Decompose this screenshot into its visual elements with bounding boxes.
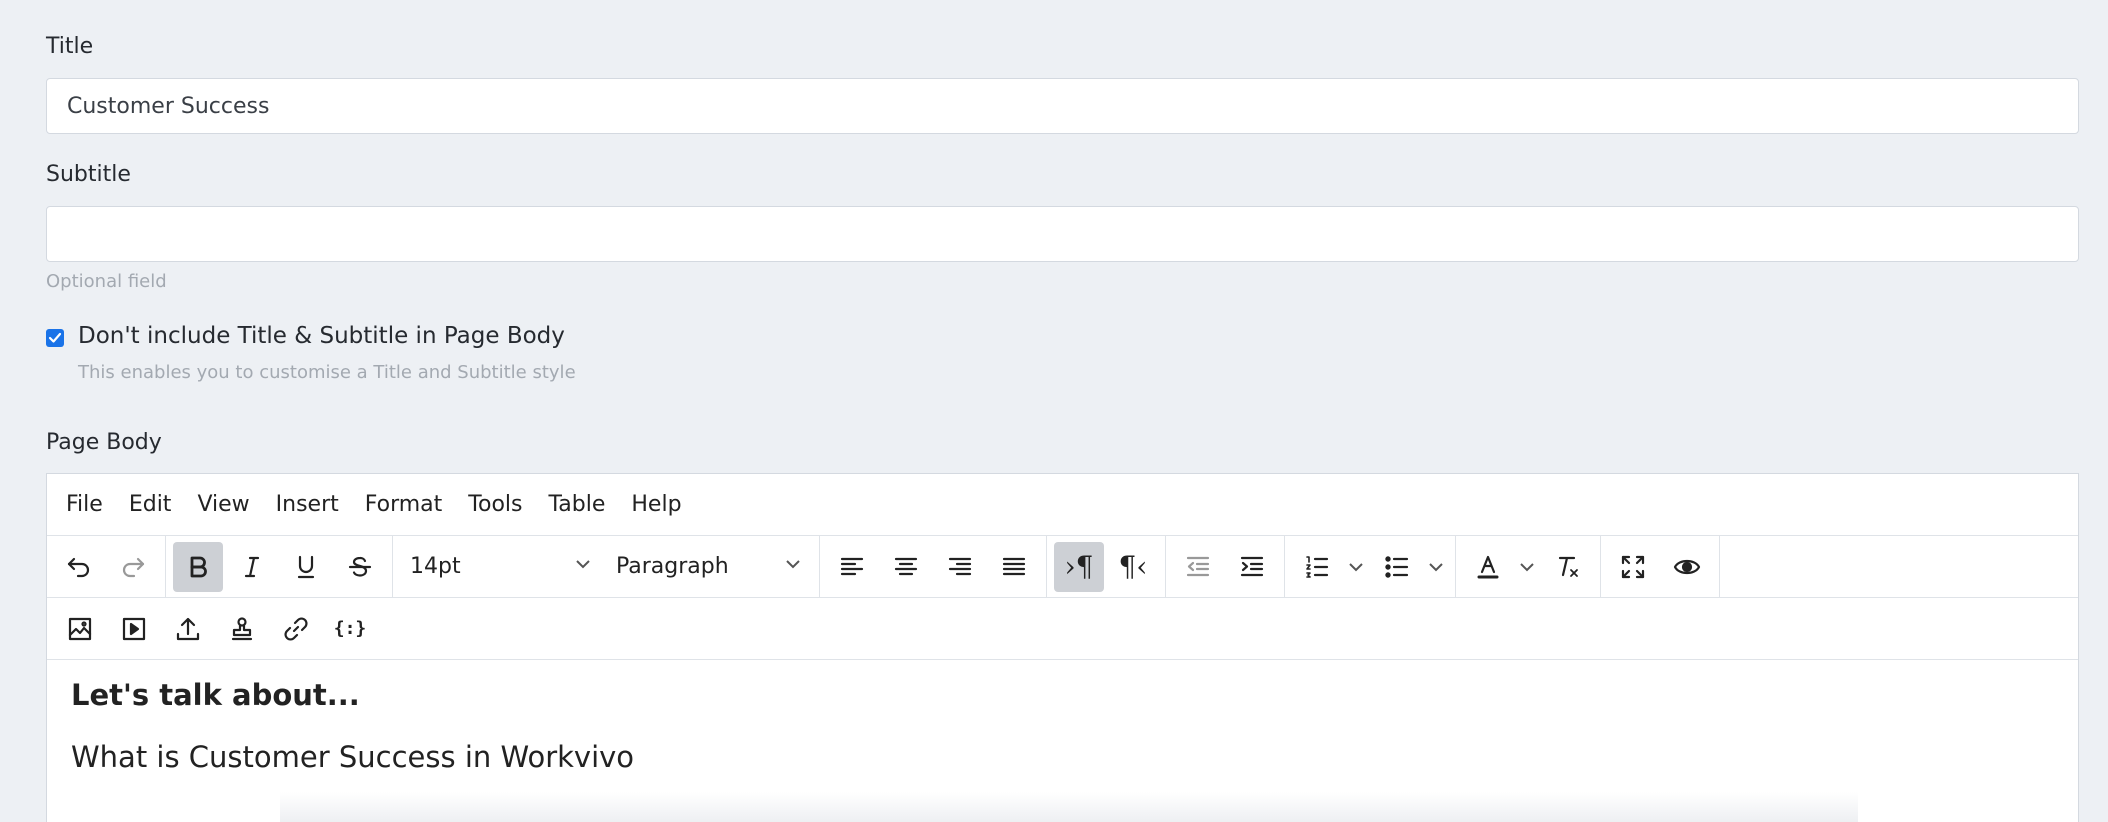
align-left-button[interactable]: [827, 542, 877, 592]
video-icon: [122, 617, 146, 640]
upload-icon: [176, 617, 200, 640]
bold-icon: [190, 556, 207, 577]
history-group: [47, 536, 166, 597]
exclude-title-checkbox[interactable]: [46, 329, 64, 347]
redo-icon: [122, 557, 145, 577]
numbered-list-button[interactable]: [1292, 542, 1342, 592]
numbered-list-icon: [1306, 555, 1329, 578]
checkmark-icon: [48, 332, 62, 343]
italic-button[interactable]: [227, 542, 277, 592]
content-paragraph: What is Customer Success in Workvivo: [71, 740, 635, 774]
text-color-button[interactable]: [1463, 542, 1513, 592]
rtl-button[interactable]: ¶‹: [1108, 542, 1158, 592]
block-format-value: Paragraph: [616, 554, 729, 579]
underline-icon: [297, 555, 315, 578]
editor-menubar: File Edit View Insert Format Tools Table…: [47, 474, 2078, 536]
title-input[interactable]: Customer Success: [46, 78, 2079, 134]
bullet-list-icon: [1385, 555, 1409, 578]
exclude-title-hint: This enables you to customise a Title an…: [78, 362, 576, 383]
menu-file[interactable]: File: [66, 492, 103, 517]
bullet-list-button[interactable]: [1372, 542, 1422, 592]
menu-table[interactable]: Table: [549, 492, 606, 517]
direction-group: ›¶ ¶‹: [1047, 536, 1166, 597]
text-color-icon: [1477, 555, 1499, 578]
rtl-icon: ¶‹: [1118, 550, 1148, 583]
align-justify-icon: [1002, 557, 1026, 575]
align-left-icon: [840, 557, 864, 575]
ltr-button[interactable]: ›¶: [1054, 541, 1104, 592]
menu-view[interactable]: View: [197, 492, 249, 517]
stamp-button[interactable]: [217, 604, 267, 654]
fullscreen-button[interactable]: [1608, 542, 1658, 592]
editor-content[interactable]: Let's talk about... What is Customer Suc…: [47, 660, 2078, 792]
indent-icon: [1240, 556, 1264, 576]
stamp-icon: [231, 616, 253, 640]
upload-button[interactable]: [163, 604, 213, 654]
chevron-down-icon: [574, 554, 592, 579]
link-icon: [284, 616, 308, 641]
outdent-icon: [1186, 556, 1210, 576]
strikethrough-icon: [348, 556, 372, 577]
undo-icon: [67, 557, 90, 577]
insert-image-button[interactable]: [55, 604, 105, 654]
align-right-icon: [948, 557, 972, 575]
outdent-button[interactable]: [1173, 542, 1223, 592]
menu-help[interactable]: Help: [631, 492, 681, 517]
list-group: [1285, 536, 1456, 597]
font-size-select[interactable]: 14pt: [398, 542, 604, 592]
align-center-button[interactable]: [881, 542, 931, 592]
editor-toolbar: 14pt Paragraph ›¶ ¶‹: [47, 536, 2078, 598]
strikethrough-button[interactable]: [335, 542, 385, 592]
ltr-icon: ›¶: [1064, 550, 1094, 583]
preview-button[interactable]: [1662, 542, 1712, 592]
align-justify-button[interactable]: [989, 542, 1039, 592]
chevron-down-icon[interactable]: [1422, 558, 1450, 576]
image-icon: [68, 617, 92, 640]
content-heading: Let's talk about...: [71, 678, 360, 712]
rich-text-editor: File Edit View Insert Format Tools Table…: [46, 473, 2079, 822]
insert-variable-button[interactable]: {:}: [325, 604, 375, 654]
editor-insert-toolbar: {:}: [47, 598, 2078, 660]
menu-tools[interactable]: Tools: [468, 492, 522, 517]
subtitle-input[interactable]: [46, 206, 2079, 262]
indent-button[interactable]: [1227, 542, 1277, 592]
insert-media-button[interactable]: [109, 604, 159, 654]
align-center-icon: [894, 557, 918, 575]
menu-insert[interactable]: Insert: [276, 492, 339, 517]
exclude-title-label[interactable]: Don't include Title & Subtitle in Page B…: [78, 323, 565, 349]
chevron-down-icon: [784, 554, 802, 579]
block-format-select[interactable]: Paragraph: [604, 542, 814, 592]
bold-button[interactable]: [173, 541, 223, 592]
format-select-group: 14pt Paragraph: [393, 536, 820, 597]
menu-edit[interactable]: Edit: [129, 492, 172, 517]
subtitle-label: Subtitle: [46, 162, 131, 187]
undo-button[interactable]: [54, 542, 104, 592]
italic-icon: [244, 556, 260, 577]
chevron-down-icon[interactable]: [1342, 558, 1370, 576]
font-size-value: 14pt: [410, 554, 461, 579]
numbered-list-split: [1290, 542, 1370, 592]
color-group: [1456, 536, 1601, 597]
text-color-split: [1461, 542, 1541, 592]
bottom-shadow: [280, 792, 1858, 822]
clear-formatting-button[interactable]: [1543, 542, 1593, 592]
bullet-list-split: [1370, 542, 1450, 592]
eye-icon: [1673, 559, 1701, 574]
clear-formatting-icon: [1558, 556, 1578, 577]
fullscreen-icon: [1621, 555, 1645, 578]
indent-group: [1166, 536, 1285, 597]
underline-button[interactable]: [281, 542, 331, 592]
insert-link-button[interactable]: [271, 604, 321, 654]
variable-icon: {:}: [333, 618, 367, 639]
redo-button[interactable]: [108, 542, 158, 592]
view-group: [1601, 536, 1720, 597]
page-body-label: Page Body: [46, 430, 162, 455]
alignment-group: [820, 536, 1047, 597]
menu-format[interactable]: Format: [365, 492, 443, 517]
title-label: Title: [46, 34, 94, 59]
text-style-group: [166, 536, 393, 597]
chevron-down-icon[interactable]: [1513, 558, 1541, 576]
subtitle-hint: Optional field: [46, 271, 167, 292]
align-right-button[interactable]: [935, 542, 985, 592]
